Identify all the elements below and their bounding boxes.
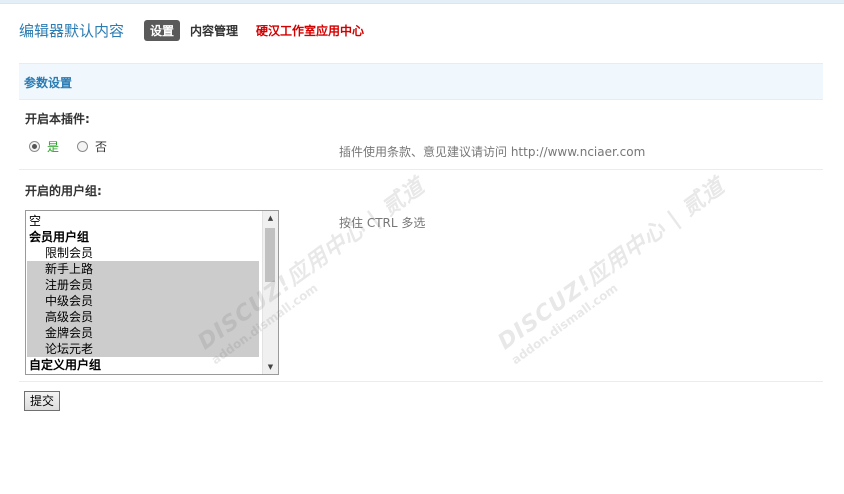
- app-title: 编辑器默认内容: [19, 21, 125, 40]
- listbox-scrollbar[interactable]: ▲ ▼: [262, 211, 278, 374]
- option-empty[interactable]: 空: [29, 213, 41, 229]
- option-registered-member[interactable]: 注册会员: [27, 277, 259, 293]
- scroll-up-icon[interactable]: ▲: [263, 211, 278, 225]
- option-gold-member[interactable]: 金牌会员: [27, 325, 259, 341]
- radio-yes-label[interactable]: 是: [47, 138, 59, 155]
- multi-select-hint: 按住 CTRL 多选: [339, 216, 426, 230]
- row-divider: [19, 169, 823, 170]
- radio-no-label[interactable]: 否: [95, 138, 107, 155]
- plugin-enable-label: 开启本插件:: [25, 112, 90, 126]
- section-title: 参数设置: [24, 76, 73, 90]
- row-divider: [19, 381, 823, 382]
- option-intermediate-member[interactable]: 中级会员: [27, 293, 259, 309]
- top-border: [0, 0, 844, 4]
- scrollbar-thumb[interactable]: [265, 228, 275, 282]
- optgroup-member: 会员用户组: [29, 230, 90, 244]
- plugin-enable-radio-group: 是 否: [29, 138, 107, 155]
- scroll-down-icon[interactable]: ▼: [263, 360, 278, 374]
- tab-content-management[interactable]: 内容管理: [190, 22, 238, 39]
- submit-button[interactable]: 提交: [24, 391, 61, 411]
- header: 编辑器默认内容 设置 内容管理 硬汉工作室应用中心: [19, 18, 364, 42]
- section-header: 参数设置: [19, 63, 823, 100]
- user-groups-label: 开启的用户组:: [25, 184, 102, 198]
- user-groups-select[interactable]: 空 会员用户组 限制会员 新手上路 注册会员 中级会员 高级会员 金牌会员 论坛…: [25, 210, 279, 375]
- option-forum-elder[interactable]: 论坛元老: [27, 341, 259, 357]
- watermark-logo: DISCUZ!应用中心 | 贰道 addon.dismall.com: [493, 174, 730, 368]
- optgroup-custom: 自定义用户组: [29, 358, 102, 372]
- radio-no[interactable]: [77, 141, 89, 152]
- option-newbie[interactable]: 新手上路: [27, 261, 259, 277]
- tab-app-center-link[interactable]: 硬汉工作室应用中心: [256, 22, 364, 39]
- radio-yes[interactable]: [29, 141, 40, 152]
- option-senior-member[interactable]: 高级会员: [27, 309, 259, 325]
- plugin-terms-hint: 插件使用条款、意见建议请访问 http://www.nciaer.com: [339, 145, 646, 159]
- tab-settings[interactable]: 设置: [144, 19, 181, 41]
- option-restricted-member[interactable]: 限制会员: [27, 245, 259, 261]
